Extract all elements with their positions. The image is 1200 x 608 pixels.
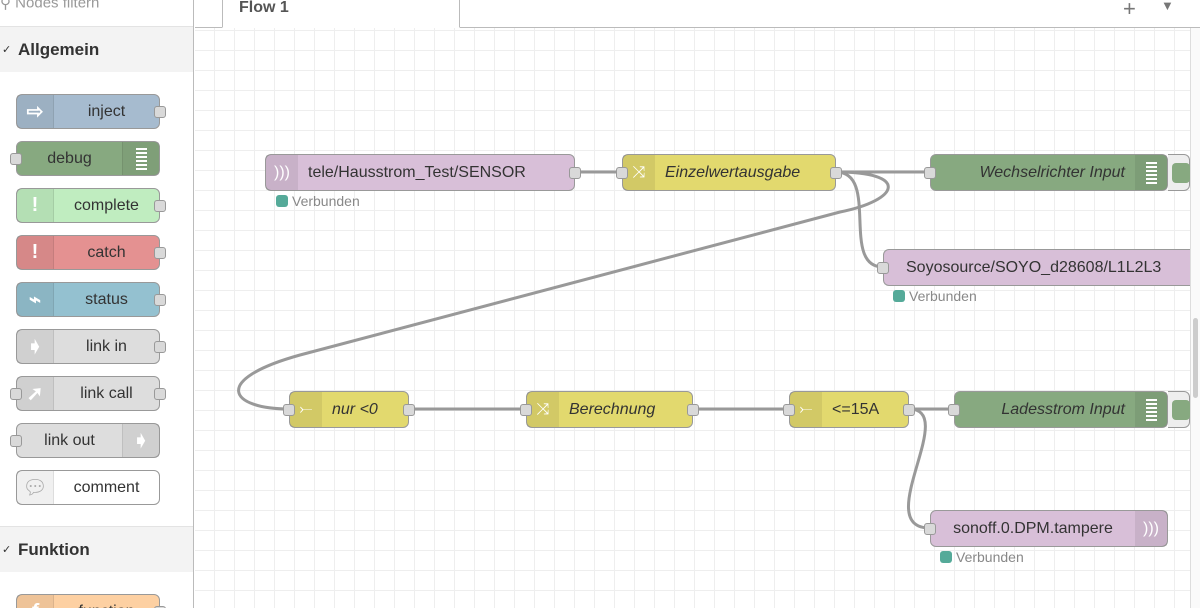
palette: ⚲ Nodes filtern ✓ Allgemein ⇨ inject debug…: [0, 0, 194, 608]
palette-node-link-out[interactable]: link out ➧: [10, 423, 160, 458]
palette-node-link-in[interactable]: ➧ link in: [16, 329, 166, 364]
flow-node-debug[interactable]: Wechselrichter Input: [924, 154, 1168, 191]
palette-node-complete[interactable]: ! complete: [16, 188, 166, 223]
palette-node-debug[interactable]: debug: [10, 141, 160, 176]
output-port[interactable]: [154, 105, 166, 118]
palette-node-status[interactable]: ⌁ status: [16, 282, 166, 317]
search-icon: ⚲: [0, 0, 11, 13]
palette-node-catch[interactable]: ! catch: [16, 235, 166, 270]
radio-icon: ))): [266, 155, 298, 190]
input-port[interactable]: [877, 261, 889, 274]
exclamation-icon: !: [17, 236, 54, 269]
list-icon: [1135, 392, 1167, 427]
add-tab-icon[interactable]: +: [1123, 0, 1136, 22]
output-port[interactable]: [687, 403, 699, 416]
output-port[interactable]: [154, 293, 166, 306]
output-port[interactable]: [154, 387, 166, 400]
chevron-down-icon[interactable]: ▼: [1161, 0, 1174, 13]
list-icon: [1135, 155, 1167, 190]
flow-node-switch[interactable]: ⤚ nur <0: [283, 391, 415, 428]
node-status: Verbunden: [940, 549, 1024, 565]
category-allgemein[interactable]: ✓ Allgemein: [0, 26, 193, 72]
palette-node-inject[interactable]: ⇨ inject: [16, 94, 166, 129]
node-status: Verbunden: [276, 193, 360, 209]
vertical-scrollbar[interactable]: [1190, 28, 1200, 608]
comment-icon: 💬︎: [17, 471, 54, 504]
tab-flow-1[interactable]: Flow 1: [222, 0, 460, 28]
arrow-right-icon: ⇨: [17, 95, 54, 128]
palette-node-link-call[interactable]: ➚ link call: [10, 376, 166, 411]
input-port[interactable]: [616, 166, 628, 179]
flow-node-change[interactable]: ⤨ Berechnung: [520, 391, 699, 428]
input-port[interactable]: [948, 403, 960, 416]
status-dot-icon: [276, 195, 288, 207]
output-port[interactable]: [154, 246, 166, 259]
category-funktion[interactable]: ✓ Funktion: [0, 526, 193, 572]
link-out-icon: ➧: [122, 424, 159, 457]
wire[interactable]: [907, 407, 931, 530]
chevron-down-icon: ✓: [2, 44, 12, 56]
node-status: Verbunden: [893, 288, 977, 304]
pulse-icon: ⌁: [17, 283, 54, 316]
input-port[interactable]: [283, 403, 295, 416]
input-port[interactable]: [10, 152, 22, 165]
exclamation-icon: !: [17, 189, 54, 222]
chevron-down-icon: ✓: [2, 544, 12, 556]
output-port[interactable]: [403, 403, 415, 416]
flow-node-mqtt-in[interactable]: ))) tele/Hausstrom_Test/SENSOR: [265, 154, 581, 191]
status-dot-icon: [893, 290, 905, 302]
palette-node-function[interactable]: ƒfunction: [16, 594, 166, 608]
output-port[interactable]: [903, 403, 915, 416]
flow-node-switch[interactable]: ⤚ <=15A: [783, 391, 915, 428]
output-port[interactable]: [154, 340, 166, 353]
input-port[interactable]: [783, 403, 795, 416]
status-dot-icon: [940, 551, 952, 563]
link-in-icon: ➧: [17, 330, 54, 363]
input-port[interactable]: [10, 434, 22, 447]
output-port[interactable]: [154, 199, 166, 212]
flow-node-mqtt-out[interactable]: sonoff.0.DPM.tampere ))): [924, 510, 1168, 547]
output-port[interactable]: [830, 166, 842, 179]
tab-bar: Flow 1 + ▼: [195, 0, 1200, 28]
list-icon: [122, 142, 159, 175]
palette-node-comment[interactable]: 💬︎ comment: [16, 470, 160, 505]
wire[interactable]: [835, 170, 884, 269]
flow-node-debug[interactable]: Ladesstrom Input: [948, 391, 1168, 428]
debug-toggle-button[interactable]: [1168, 154, 1190, 191]
input-port[interactable]: [520, 403, 532, 416]
debug-toggle-button[interactable]: [1168, 391, 1190, 428]
output-port[interactable]: [569, 166, 581, 179]
flow-node-change[interactable]: ⤨ Einzelwertausgabe: [616, 154, 842, 191]
input-port[interactable]: [924, 522, 936, 535]
input-port[interactable]: [10, 387, 22, 400]
link-call-icon: ➚: [17, 377, 54, 410]
input-port[interactable]: [924, 166, 936, 179]
function-icon: ƒ: [17, 595, 54, 608]
palette-filter[interactable]: ⚲ Nodes filtern: [0, 0, 193, 16]
flow-node-mqtt-out[interactable]: Soyosource/SOYO_d28608/L1L2L3: [877, 249, 1200, 286]
radio-icon: ))): [1135, 511, 1167, 546]
